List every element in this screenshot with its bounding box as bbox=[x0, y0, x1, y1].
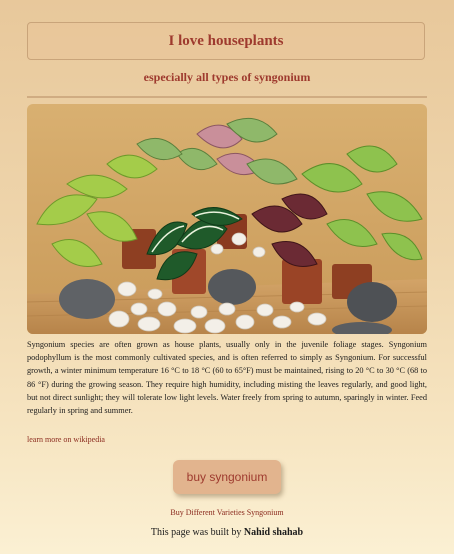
page-subtitle: especially all types of syngonium bbox=[143, 70, 311, 84]
footer-prefix: This page was built by bbox=[150, 527, 242, 538]
divider bbox=[27, 96, 427, 98]
title-banner: I love houseplants bbox=[27, 22, 425, 60]
page: I love houseplants especially all types … bbox=[0, 0, 454, 554]
buy-syngonium-button[interactable]: buy syngonium bbox=[173, 460, 281, 494]
page-title: I love houseplants bbox=[168, 32, 284, 49]
buy-varieties-link[interactable]: Buy Different Varieties Syngonium bbox=[0, 508, 454, 517]
footer-credit: This page was built by Nahid shahab bbox=[0, 527, 454, 538]
hero-image bbox=[27, 104, 427, 334]
footer-author: Nahid shahab bbox=[243, 527, 304, 538]
wikipedia-link[interactable]: learn more on wikipedia bbox=[27, 435, 105, 444]
plant-description: Syngonium species are often grown as hou… bbox=[27, 340, 427, 416]
